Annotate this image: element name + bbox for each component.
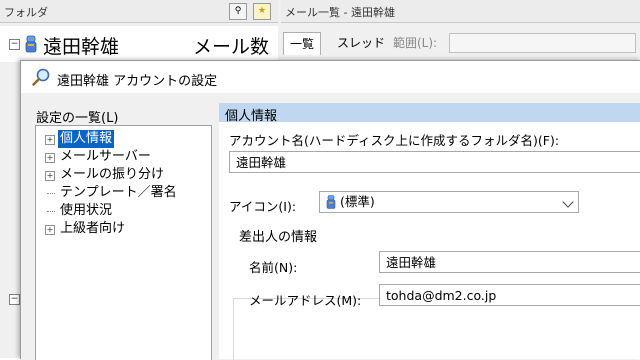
expand-icon[interactable]: + xyxy=(45,171,55,181)
mail-list-header: メール一覧 - 遠田幹雄 xyxy=(281,0,640,23)
settings-tree[interactable]: + 個人情報 + メールサーバー + メールの振り分け テンプレート／署名 使用… xyxy=(35,125,212,360)
mail-list-title: メール一覧 - 遠田幹雄 xyxy=(285,6,395,19)
magnifier-icon xyxy=(32,68,50,86)
dialog-title: 遠田幹雄 アカウントの設定 xyxy=(57,74,218,89)
tree-item-label: 使用状況 xyxy=(60,203,113,218)
mail-list-tabs: 一覧 スレッド 範囲(L): xyxy=(281,26,640,60)
account-name-label: アカウント名(ハードディスク上に作成するフォルダ名)(F): xyxy=(229,133,560,148)
expand-icon[interactable]: + xyxy=(45,153,55,163)
name-label: 名前(N): xyxy=(249,260,298,275)
range-label: 範囲(L): xyxy=(393,36,438,50)
folder-favorite-icon[interactable]: ★ xyxy=(253,3,271,20)
collapse-icon[interactable]: − xyxy=(9,39,20,50)
email-label: メールアドレス(M): xyxy=(249,293,362,308)
personal-info-panel: アカウント名(ハードディスク上に作成するフォルダ名)(F): 遠田幹雄 アイコン… xyxy=(219,122,640,360)
account-folder-row[interactable]: − 遠田幹雄 メール数 xyxy=(0,26,278,62)
mail-count-label: メール数 xyxy=(193,36,270,58)
email-input[interactable]: tohda@dm2.co.jp xyxy=(379,284,640,306)
tab-thread[interactable]: スレッド xyxy=(331,32,391,54)
account-icon xyxy=(326,195,336,209)
icon-select[interactable]: (標準) xyxy=(319,191,579,213)
tree-item-label: テンプレート／署名 xyxy=(60,185,177,200)
tree-item-label: 上級者向け xyxy=(60,221,126,236)
icon-select-value: (標準) xyxy=(340,194,375,209)
collapse-icon[interactable]: − xyxy=(9,294,20,305)
range-input[interactable] xyxy=(449,33,636,53)
account-folder-name: 遠田幹雄 xyxy=(43,36,120,58)
expand-icon[interactable]: + xyxy=(45,225,55,235)
folder-search-icon[interactable]: ⚲ xyxy=(229,3,247,20)
account-settings-dialog: 遠田幹雄 アカウントの設定 設定の一覧(L) + 個人情報 + メールサーバー … xyxy=(20,60,640,360)
folder-pane-title: フォルダ xyxy=(4,6,48,19)
expand-icon[interactable]: + xyxy=(45,135,55,145)
tree-connector xyxy=(47,193,55,194)
tab-list[interactable]: 一覧 xyxy=(283,32,322,55)
account-name-input[interactable]: 遠田幹雄 xyxy=(229,151,640,173)
name-input[interactable]: 遠田幹雄 xyxy=(379,251,640,273)
tree-item-label: 個人情報 xyxy=(58,130,115,148)
chevron-down-icon xyxy=(562,196,574,208)
folder-pane-header: フォルダ ⚲ ★ xyxy=(0,0,278,23)
dialog-titlebar: 遠田幹雄 アカウントの設定 xyxy=(21,61,640,93)
section-header: 個人情報 xyxy=(219,103,640,124)
account-icon xyxy=(25,35,37,53)
settings-list-label: 設定の一覧(L) xyxy=(36,111,119,126)
tree-item-label: メールの振り分け xyxy=(60,167,165,182)
tree-item-label: メールサーバー xyxy=(60,149,151,164)
tree-connector xyxy=(47,211,55,212)
icon-label: アイコン(I): xyxy=(229,199,297,214)
sender-info-label: 差出人の情報 xyxy=(237,226,320,245)
